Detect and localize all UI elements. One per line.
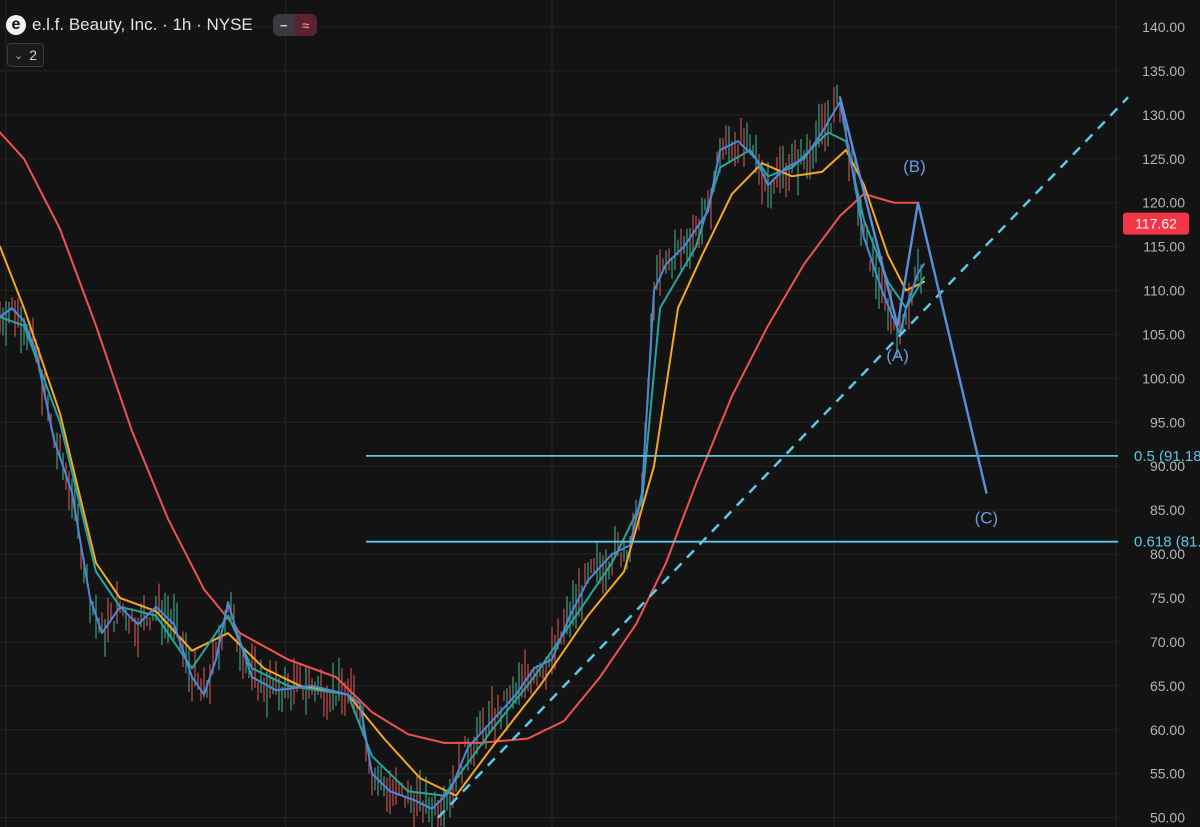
y-tick-label: 85.00 xyxy=(1150,502,1185,518)
symbol-title[interactable]: e.l.f. Beauty, Inc. · 1h · NYSE xyxy=(32,15,253,35)
fib-level-label: 0.618 (81.41) xyxy=(1134,534,1200,551)
legend-toggles: − ≈ xyxy=(272,14,317,36)
wave-icon[interactable]: ≈ xyxy=(294,14,317,36)
y-tick-label: 115.00 xyxy=(1143,239,1185,255)
y-tick-label: 100.00 xyxy=(1142,370,1185,386)
y-tick-label: 120.00 xyxy=(1142,195,1185,211)
indicator-count: 2 xyxy=(29,47,38,63)
moving-average-fast-line xyxy=(0,131,925,797)
wave-label: (C) xyxy=(975,508,999,527)
last-price-label: 117.62 xyxy=(1135,216,1177,232)
y-tick-label: 50.00 xyxy=(1150,810,1185,826)
minus-icon[interactable]: − xyxy=(272,14,295,36)
y-tick-label: 105.00 xyxy=(1142,326,1185,342)
y-tick-label: 95.00 xyxy=(1150,414,1185,430)
indicators-collapse-button[interactable]: ⌄ 2 xyxy=(7,43,45,67)
y-tick-label: 60.00 xyxy=(1150,722,1185,738)
y-tick-label: 125.00 xyxy=(1142,151,1185,167)
wave-label: (B) xyxy=(903,157,926,176)
fib-level-label: 0.5 (91.18) xyxy=(1134,448,1200,465)
company-logo-icon: e xyxy=(6,15,26,35)
y-tick-label: 135.00 xyxy=(1142,63,1185,79)
y-tick-label: 110.00 xyxy=(1143,283,1185,299)
y-tick-label: 75.00 xyxy=(1150,590,1185,606)
y-tick-label: 65.00 xyxy=(1150,678,1185,694)
dashed-trendline[interactable] xyxy=(437,96,1129,819)
wave-label: (A) xyxy=(886,346,909,365)
y-tick-label: 55.00 xyxy=(1150,766,1185,782)
y-tick-label: 130.00 xyxy=(1142,107,1185,123)
chart-header: e e.l.f. Beauty, Inc. · 1h · NYSE − ≈ xyxy=(6,12,317,38)
chevron-down-icon: ⌄ xyxy=(14,49,24,62)
price-chart[interactable]: 140.00 135.00 130.00 125.00 120.00 115.00 110.… xyxy=(0,0,1200,827)
y-tick-label: 140.00 xyxy=(1142,19,1185,35)
y-tick-label: 70.00 xyxy=(1150,634,1185,650)
